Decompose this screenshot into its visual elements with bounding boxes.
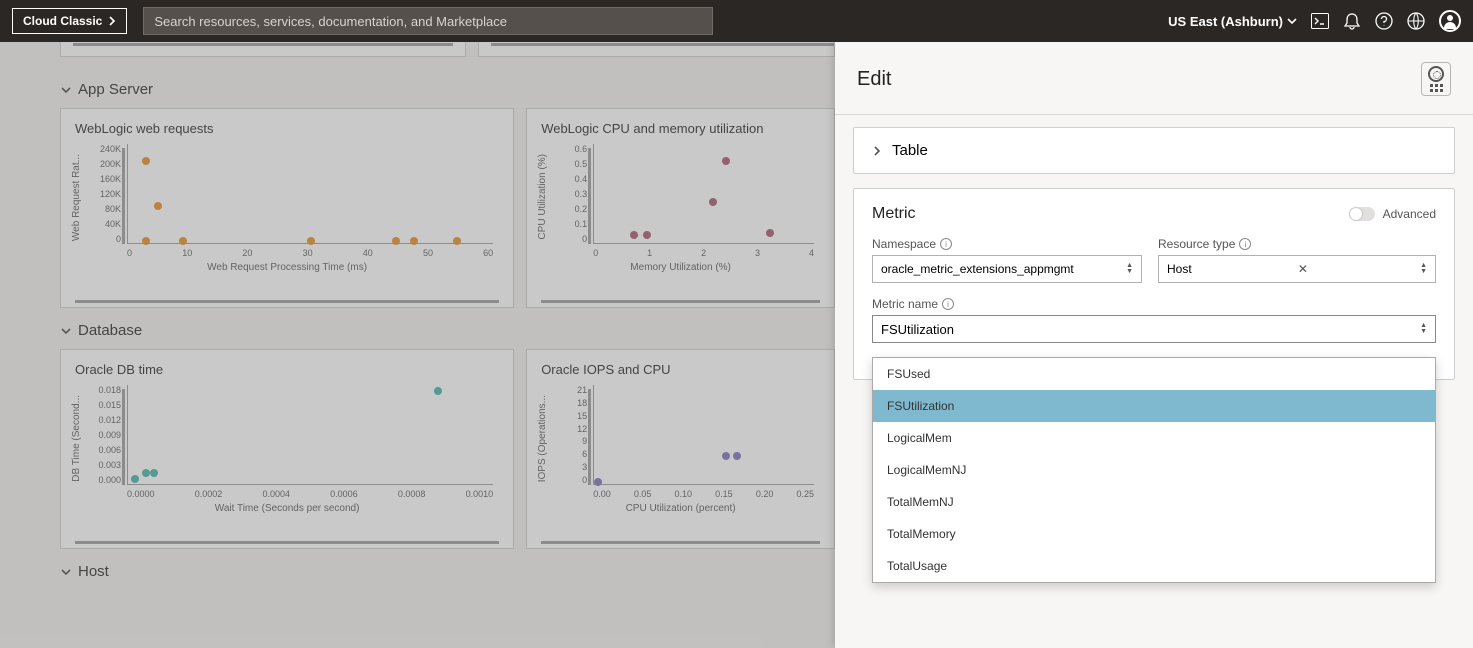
metric-name-label: Metric name i <box>872 297 1436 311</box>
region-label: US East (Ashburn) <box>1168 14 1283 29</box>
namespace-label: Namespace i <box>872 237 1142 251</box>
resource-type-label-text: Resource type <box>1158 237 1235 251</box>
chevron-right-icon <box>872 145 882 157</box>
panel-body: Table Metric Advanced Namespace i <box>835 115 1473 392</box>
dropdown-option[interactable]: FSUsed <box>873 358 1435 390</box>
tenant-label: Cloud Classic <box>23 14 102 28</box>
global-search-input[interactable]: Search resources, services, documentatio… <box>143 7 713 35</box>
header-bar: Cloud Classic Search resources, services… <box>0 0 1473 42</box>
grip-icon <box>1430 84 1443 92</box>
advanced-label: Advanced <box>1383 207 1436 221</box>
dropdown-option[interactable]: TotalUsage <box>873 550 1435 582</box>
resource-type-value: Host <box>1167 262 1192 276</box>
toggle-switch-icon <box>1349 207 1375 221</box>
cloud-shell-icon[interactable] <box>1311 12 1329 30</box>
info-icon[interactable]: i <box>1239 238 1251 250</box>
profile-avatar-icon[interactable] <box>1439 10 1461 32</box>
advanced-toggle[interactable]: Advanced <box>1349 207 1436 221</box>
chevron-down-icon <box>1287 18 1297 25</box>
region-selector[interactable]: US East (Ashburn) <box>1168 14 1297 29</box>
dropdown-option[interactable]: TotalMemNJ <box>873 486 1435 518</box>
namespace-value: oracle_metric_extensions_appmgmt <box>881 262 1074 276</box>
dropdown-option[interactable]: TotalMemory <box>873 518 1435 550</box>
dropdown-option[interactable]: FSUtilization <box>873 390 1435 422</box>
spinner-icon: ▲▼ <box>1414 263 1427 275</box>
tenant-chip[interactable]: Cloud Classic <box>12 8 127 34</box>
metric-name-combobox[interactable]: ▲▼ <box>872 315 1436 343</box>
metric-name-dropdown[interactable]: FSUsedFSUtilizationLogicalMemLogicalMemN… <box>872 357 1436 583</box>
help-icon[interactable] <box>1375 12 1393 30</box>
info-icon[interactable]: i <box>942 298 954 310</box>
metric-name-label-text: Metric name <box>872 297 938 311</box>
namespace-label-text: Namespace <box>872 237 936 251</box>
edit-panel: Edit Table Metric Advanced <box>835 42 1473 648</box>
metric-section: Metric Advanced Namespace i oracle_metri… <box>853 188 1455 380</box>
life-ring-icon <box>1428 66 1444 82</box>
globe-icon[interactable] <box>1407 12 1425 30</box>
panel-header: Edit <box>835 42 1473 115</box>
table-accordion[interactable]: Table <box>853 127 1455 174</box>
help-widget-button[interactable] <box>1421 62 1451 96</box>
resource-type-select[interactable]: Host ✕ ▲▼ <box>1158 255 1436 283</box>
search-placeholder: Search resources, services, documentatio… <box>154 14 507 29</box>
notifications-icon[interactable] <box>1343 12 1361 30</box>
panel-title: Edit <box>857 68 891 91</box>
info-icon[interactable]: i <box>940 238 952 250</box>
dropdown-option[interactable]: LogicalMem <box>873 422 1435 454</box>
spinner-icon: ▲▼ <box>1120 263 1133 275</box>
namespace-select[interactable]: oracle_metric_extensions_appmgmt ▲▼ <box>872 255 1142 283</box>
metric-name-input[interactable] <box>881 322 1414 337</box>
main-surface: Memory Usage (GB) Running Servers (count… <box>0 42 1473 648</box>
chevron-right-icon <box>108 16 116 26</box>
header-right: US East (Ashburn) <box>1168 10 1461 32</box>
dropdown-option[interactable]: LogicalMemNJ <box>873 454 1435 486</box>
table-accordion-label: Table <box>892 142 928 159</box>
resource-type-label: Resource type i <box>1158 237 1436 251</box>
metric-section-title: Metric <box>872 205 916 223</box>
spinner-icon: ▲▼ <box>1414 323 1427 335</box>
clear-icon[interactable]: ✕ <box>1292 262 1314 276</box>
